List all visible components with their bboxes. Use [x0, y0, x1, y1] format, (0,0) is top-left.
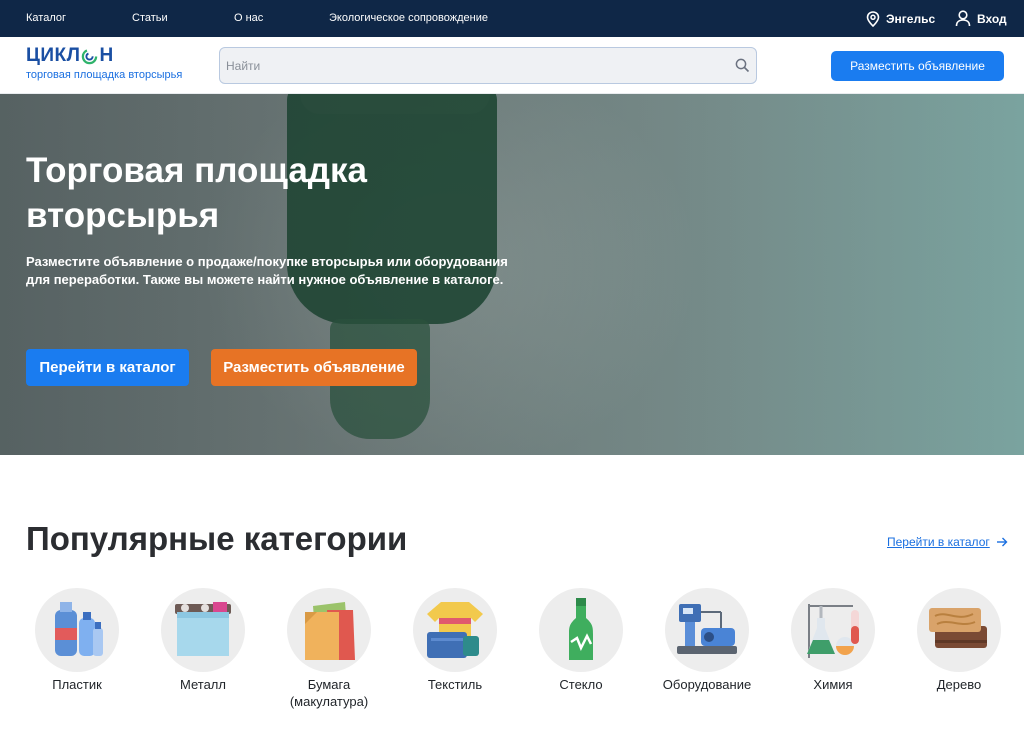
category-label: Оборудование — [662, 677, 752, 692]
nav-link-about[interactable]: О нас — [234, 12, 263, 24]
nav-link-eco-support[interactable]: Экологическое сопровождение — [329, 12, 488, 24]
textile-icon — [427, 602, 483, 658]
category-label: Металл — [180, 677, 226, 692]
site-header: ЦИКЛ Н торговая площадка вторсырья Разме… — [0, 37, 1024, 94]
category-glass[interactable]: Стекло — [521, 588, 641, 693]
category-metal[interactable]: Металл — [143, 588, 263, 693]
nav-link-articles[interactable]: Статьи — [132, 12, 168, 24]
categories-title: Популярные категории — [26, 520, 408, 557]
logo-wordmark: ЦИКЛ Н — [26, 45, 114, 66]
metal-scrap-icon — [175, 602, 231, 656]
category-label: Дерево — [936, 677, 982, 692]
categories-catalog-link[interactable]: Перейти в каталог — [887, 535, 1008, 549]
category-textile[interactable]: Текстиль — [395, 588, 515, 693]
arrow-right-icon — [996, 537, 1008, 547]
category-plastic[interactable]: Пластик — [17, 588, 137, 693]
logo-tagline: торговая площадка вторсырья — [26, 69, 183, 81]
category-label: Стекло — [559, 677, 603, 692]
category-label: Пластик — [52, 677, 102, 692]
equipment-icon — [677, 604, 737, 654]
search-input[interactable] — [226, 48, 726, 83]
go-to-catalog-button[interactable]: Перейти в каталог — [26, 349, 189, 386]
post-ad-hero-button[interactable]: Разместить объявление — [211, 349, 417, 386]
chemistry-icon — [807, 604, 859, 658]
city-name: Энгельс — [886, 11, 936, 26]
wood-icon — [929, 608, 987, 648]
logo-swirl-icon — [82, 48, 98, 64]
post-ad-header-button[interactable]: Разместить объявление — [831, 51, 1004, 81]
paper-icon — [305, 602, 355, 660]
hero-banner: Торговая площадка вторсырья Разместите о… — [0, 94, 1024, 455]
location-pin-icon — [866, 10, 880, 27]
login-label: Вход — [977, 11, 1007, 26]
login-link[interactable]: Вход — [955, 0, 1007, 37]
hero-title: Торговая площадка вторсырья — [26, 151, 368, 235]
user-icon — [955, 10, 971, 27]
hero-description: Разместите объявление о продаже/покупке … — [26, 254, 508, 287]
nav-link-catalog[interactable]: Каталог — [26, 12, 66, 24]
category-chemistry[interactable]: Химия — [773, 588, 893, 693]
category-wood[interactable]: Дерево — [899, 588, 1019, 693]
plastic-bottles-icon — [55, 602, 103, 656]
category-label: Химия — [813, 677, 853, 692]
category-label: Бумага (макулатура) — [289, 677, 369, 709]
city-selector[interactable]: Энгельс — [866, 0, 935, 37]
top-bar: Каталог Статьи О нас Экологическое сопро… — [0, 0, 1024, 37]
category-equipment[interactable]: Оборудование — [647, 588, 767, 693]
category-paper[interactable]: Бумага (макулатура) — [269, 588, 389, 710]
glass-bottle-icon — [569, 598, 593, 660]
search-box — [219, 47, 757, 84]
logo[interactable]: ЦИКЛ Н торговая площадка вторсырья — [26, 45, 183, 82]
category-label: Текстиль — [427, 677, 483, 692]
search-icon[interactable] — [735, 58, 750, 73]
